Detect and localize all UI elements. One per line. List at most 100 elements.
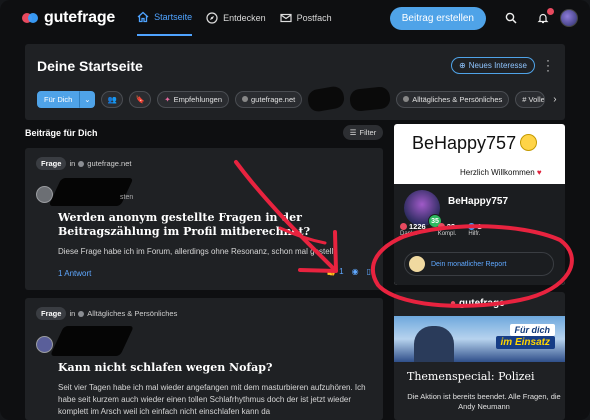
chip-gutefrage[interactable]: gutefrage.net bbox=[235, 90, 303, 108]
author-avatar[interactable] bbox=[36, 336, 53, 353]
filter-label: Filter bbox=[359, 128, 377, 137]
promo-widget[interactable]: ● gutefrage Für dich im Einsatz Themensp… bbox=[394, 292, 565, 420]
compass-icon bbox=[206, 12, 218, 24]
nav-entdecken[interactable]: Entdecken bbox=[206, 0, 266, 36]
post-in-label: in bbox=[69, 159, 76, 168]
app-frame: gutefrage Startseite Entdecken Postfach … bbox=[0, 0, 590, 420]
mail-icon bbox=[280, 13, 292, 23]
chip-for-you[interactable]: Für Dich bbox=[37, 90, 80, 108]
startseite-card: Deine Startseite ⊕ Neues Interesse · · · F… bbox=[25, 44, 565, 120]
stat-number: 1 bbox=[477, 222, 482, 231]
answers-link[interactable]: 1 Antwort bbox=[58, 269, 91, 278]
redacted-chip[interactable] bbox=[349, 85, 392, 113]
redacted-chip[interactable] bbox=[306, 85, 346, 113]
chip-label: gutefrage.net bbox=[251, 94, 296, 104]
logo-text: gutefrage bbox=[44, 9, 116, 26]
author-suffix: sten bbox=[120, 194, 134, 201]
stat-kompl: 23 Kompl. bbox=[437, 222, 457, 237]
notifications-button[interactable] bbox=[530, 5, 556, 31]
stat-value: 23 bbox=[437, 222, 457, 231]
post-meta: Frage in Alltägliches & Persönliches bbox=[36, 307, 177, 320]
promo-image: Für dich im Einsatz bbox=[394, 316, 565, 362]
hide-icon[interactable]: ◉ bbox=[352, 267, 359, 276]
stat-hilfr: 1 Hilfr. bbox=[468, 222, 482, 237]
profile-widget: BeHappy757 Herzlich Willkommen ♥ 35 BeHa… bbox=[394, 124, 565, 285]
bookmark-icon: 🔖 bbox=[135, 94, 146, 104]
profile-username[interactable]: BeHappy757 bbox=[448, 196, 508, 207]
promo-title: Themenspecial: Polizei bbox=[407, 370, 535, 383]
nav-postfach[interactable]: Postfach bbox=[280, 0, 332, 36]
home-icon bbox=[137, 11, 149, 23]
stat-label: Danke bbox=[400, 231, 418, 237]
users-icon: 👥 bbox=[107, 94, 118, 104]
topic-dot-icon bbox=[78, 160, 85, 167]
report-avatar-icon bbox=[409, 256, 425, 272]
post-title[interactable]: Werden anonym gestellte Fragen in der Be… bbox=[58, 211, 378, 239]
filter-button[interactable]: ☰ Filter bbox=[343, 125, 383, 140]
stat-danke: 1226 Danke bbox=[400, 222, 426, 237]
page-title: Deine Startseite bbox=[37, 58, 143, 74]
chip-label: # Volle bbox=[522, 94, 545, 104]
post-tag: Frage bbox=[36, 157, 67, 170]
nav-label: Startseite bbox=[154, 12, 193, 22]
stat-label: Kompl. bbox=[437, 231, 457, 237]
logo-icon: ● bbox=[450, 298, 457, 309]
post-meta: Frage in gutefrage.net bbox=[36, 157, 131, 170]
post-card[interactable]: Frage in Alltägliches & Persönliches Kan… bbox=[25, 298, 383, 420]
share-icon[interactable]: ▯ bbox=[367, 267, 371, 276]
sparkle-icon: ✦ bbox=[164, 94, 171, 104]
post-topic[interactable]: Alltägliches & Persönliches bbox=[87, 309, 177, 318]
promo-text: Die Aktion ist bereits beendet. Alle Fra… bbox=[407, 392, 561, 411]
promo-image-line2: im Einsatz bbox=[495, 336, 555, 349]
profile-banner-name: BeHappy757 bbox=[412, 133, 517, 153]
more-options-icon[interactable]: · · · bbox=[545, 54, 551, 76]
profile-details: 35 BeHappy757 1226 Danke 23 Kompl. 1 Hil… bbox=[394, 184, 565, 285]
stat-number: 23 bbox=[446, 222, 456, 231]
thanks-icon bbox=[400, 223, 407, 230]
post-card[interactable]: Frage in gutefrage.net sten Werden anony… bbox=[25, 148, 383, 290]
chip-everyday[interactable]: Alltägliches & Persönliches bbox=[396, 90, 510, 108]
stat-number: 1226 bbox=[409, 222, 426, 231]
chip-label: Empfehlungen bbox=[173, 94, 223, 104]
welcome-label: Herzlich Willkommen bbox=[460, 168, 535, 177]
chevron-right-icon[interactable]: › bbox=[553, 94, 556, 105]
post-title[interactable]: Kann nicht schlafen wegen Nofap? bbox=[58, 361, 378, 375]
post-in-label: in bbox=[69, 309, 76, 318]
stat-value: 1 bbox=[468, 222, 482, 231]
redacted-author bbox=[50, 326, 134, 356]
like-button[interactable]: 👍 1 bbox=[326, 267, 343, 276]
create-post-button[interactable]: Beitrag erstellen bbox=[389, 6, 486, 30]
user-avatar[interactable] bbox=[560, 9, 578, 27]
logo[interactable]: gutefrage bbox=[22, 9, 115, 27]
plus-icon: ⊕ bbox=[459, 61, 466, 70]
stat-value: 1226 bbox=[400, 222, 426, 231]
notification-badge bbox=[547, 8, 554, 15]
monthly-report-link[interactable]: Dein monatlicher Report bbox=[404, 252, 554, 276]
new-interest-button[interactable]: ⊕ Neues Interesse bbox=[451, 57, 535, 74]
post-tag: Frage bbox=[36, 307, 67, 320]
interest-chips: Für Dich ⌄ 👥 🔖 ✦ Empfehlungen gutefrage.… bbox=[37, 85, 557, 113]
chip-following[interactable]: 👥 bbox=[101, 90, 124, 108]
feed-title: Beiträge für Dich bbox=[25, 128, 98, 138]
post-topic[interactable]: gutefrage.net bbox=[87, 159, 131, 168]
promo-logo: ● gutefrage bbox=[450, 298, 505, 309]
heart-icon: ♥ bbox=[536, 168, 542, 177]
compliment-icon bbox=[437, 223, 445, 230]
report-label: Dein monatlicher Report bbox=[431, 260, 507, 268]
thumbs-up-icon: 👍 bbox=[326, 267, 337, 276]
topic-dot-icon bbox=[78, 310, 85, 317]
post-body: Seit vier Tagen habe ich mal wieder ange… bbox=[58, 383, 366, 416]
topic-dot-icon bbox=[403, 96, 410, 102]
top-navigation: gutefrage Startseite Entdecken Postfach … bbox=[12, 0, 578, 36]
stat-label: Hilfr. bbox=[468, 231, 481, 237]
chip-recommendations[interactable]: ✦ Empfehlungen bbox=[157, 90, 230, 108]
chip-dropdown[interactable]: ⌄ bbox=[79, 90, 96, 108]
chip-label: Für Dich bbox=[44, 94, 73, 104]
search-button[interactable] bbox=[498, 5, 524, 31]
chip-bookmarks[interactable]: 🔖 bbox=[129, 90, 152, 108]
filter-icon: ☰ bbox=[349, 128, 357, 137]
nav-startseite[interactable]: Startseite bbox=[137, 0, 193, 36]
chip-volley[interactable]: # Volle bbox=[515, 90, 546, 108]
search-icon bbox=[505, 12, 517, 24]
officer-figure bbox=[414, 326, 454, 362]
